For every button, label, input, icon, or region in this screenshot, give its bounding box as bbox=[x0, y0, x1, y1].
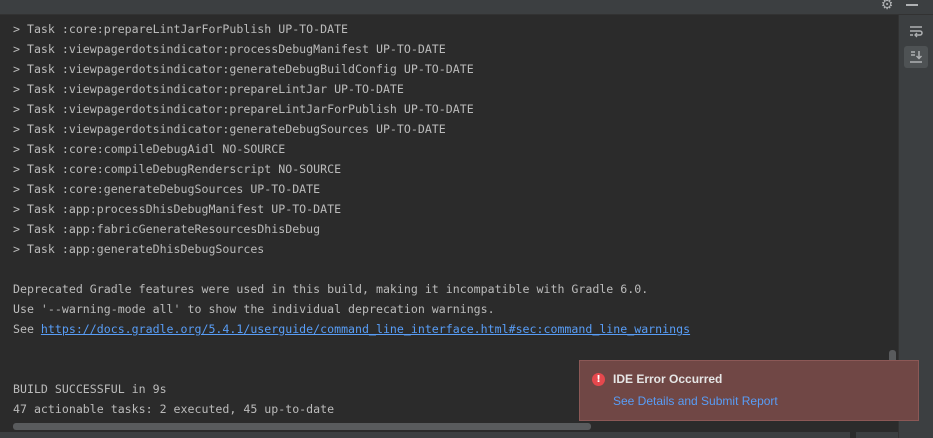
console-line: > Task :core:compileDebugRenderscript NO… bbox=[13, 162, 342, 176]
console-line: > Task :app:generateDhisDebugSources bbox=[13, 242, 265, 256]
minimize-icon[interactable] bbox=[906, 4, 918, 6]
console-line: > Task :app:fabricGenerateResourcesDhisD… bbox=[13, 222, 321, 236]
tool-window-header: ⚙ bbox=[0, 0, 933, 15]
console-line: > Task :viewpagerdotsindicator:processDe… bbox=[13, 42, 446, 56]
error-icon: ! bbox=[592, 373, 605, 386]
gradle-docs-link[interactable]: https://docs.gradle.org/5.4.1/userguide/… bbox=[41, 322, 690, 336]
console-line: Deprecated Gradle features were used in … bbox=[13, 282, 649, 296]
console-line: Use '--warning-mode all' to show the ind… bbox=[13, 302, 495, 316]
console-line: > Task :core:prepareLintJarForPublish UP… bbox=[13, 22, 349, 36]
ide-error-notification[interactable]: ! IDE Error Occurred See Details and Sub… bbox=[579, 360, 919, 421]
console-line: > Task :viewpagerdotsindicator:prepareLi… bbox=[13, 82, 404, 96]
console-line: > Task :viewpagerdotsindicator:generateD… bbox=[13, 62, 474, 76]
horizontal-scrollbar[interactable] bbox=[13, 423, 591, 430]
console-lines: > Task :core:prepareLintJarForPublish UP… bbox=[13, 19, 690, 419]
soft-wrap-button[interactable] bbox=[904, 21, 928, 43]
scrollbar-corner bbox=[850, 432, 856, 438]
console-line-with-link: See https://docs.gradle.org/5.4.1/usergu… bbox=[13, 319, 690, 339]
console-line: > Task :core:generateDebugSources UP-TO-… bbox=[13, 182, 321, 196]
gear-icon[interactable]: ⚙ bbox=[879, 0, 895, 13]
console-line: > Task :viewpagerdotsindicator:prepareLi… bbox=[13, 102, 474, 116]
console-line: > Task :viewpagerdotsindicator:generateD… bbox=[13, 122, 446, 136]
console-line: > Task :app:processDhisDebugManifest UP-… bbox=[13, 202, 342, 216]
status-strip bbox=[0, 432, 898, 438]
notification-title: IDE Error Occurred bbox=[613, 372, 723, 386]
see-prefix: See bbox=[13, 322, 41, 336]
scroll-to-end-button[interactable] bbox=[904, 46, 928, 68]
console-line: > Task :core:compileDebugAidl NO-SOURCE bbox=[13, 142, 286, 156]
see-details-link[interactable]: See Details and Submit Report bbox=[613, 394, 778, 408]
